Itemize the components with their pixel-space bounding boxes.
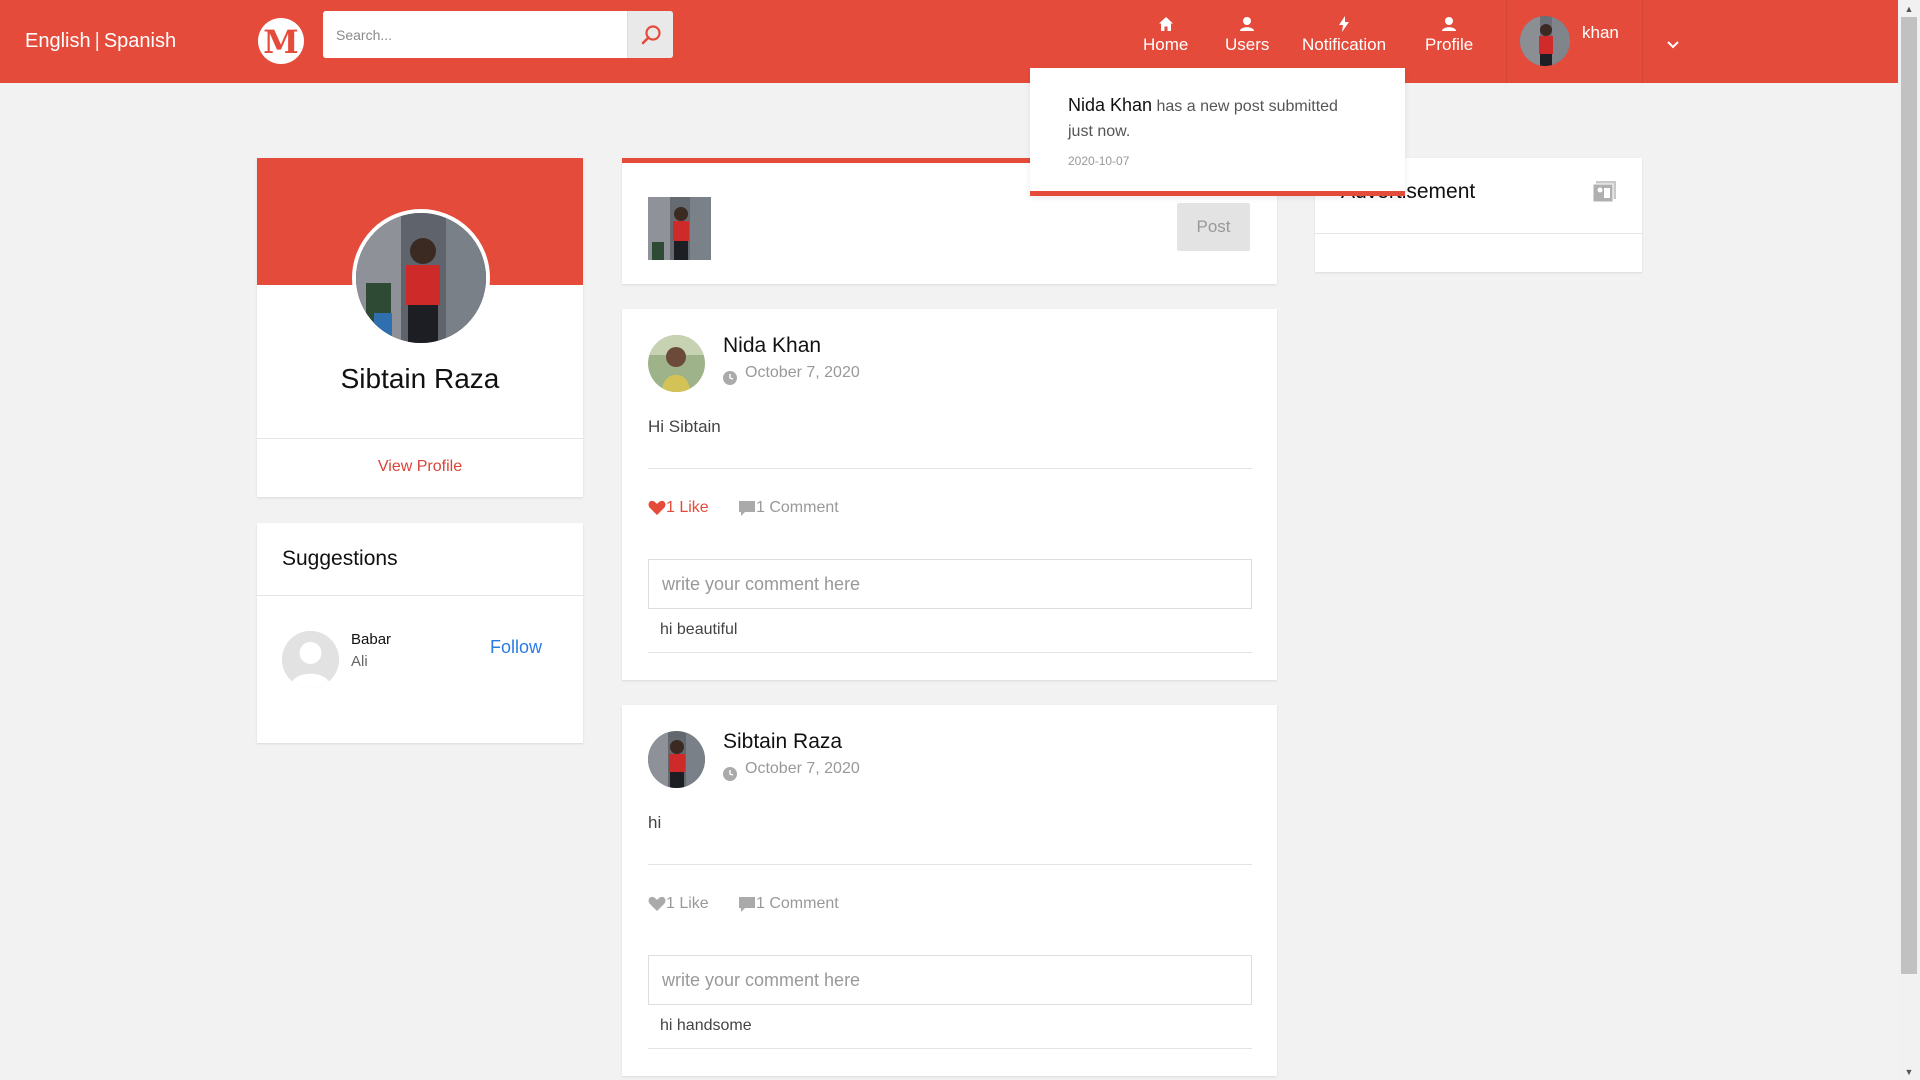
- composer-user-thumbnail: [648, 197, 711, 260]
- like-count: 1 Like: [666, 895, 709, 912]
- notification-dropdown[interactable]: Nida Khan has a new post submitted just …: [1030, 68, 1405, 196]
- language-switcher: English | Spanish: [25, 30, 176, 53]
- profile-name: Sibtain Raza: [340, 363, 500, 394]
- suggestion-avatar[interactable]: [282, 631, 339, 688]
- user-divider: [1642, 0, 1643, 83]
- profile-icon: [1442, 17, 1457, 31]
- nav-notification[interactable]: Notification: [1302, 14, 1386, 55]
- divider: [648, 652, 1252, 653]
- heart-icon: [648, 896, 666, 911]
- suggestion-last-name: Ali: [351, 653, 368, 670]
- notification-message: Nida Khan has a new post submitted just …: [1068, 93, 1367, 144]
- lightning-icon: [1339, 16, 1350, 32]
- like-count: 1 Like: [666, 499, 709, 516]
- nav-profile-label: Profile: [1425, 35, 1474, 54]
- heart-icon: [648, 500, 666, 515]
- comment-text: hi beautiful: [660, 621, 738, 638]
- search-button[interactable]: [627, 11, 673, 58]
- comment-input[interactable]: [648, 955, 1252, 1005]
- comment-text: hi handsome: [660, 1017, 752, 1034]
- post-author-avatar[interactable]: [648, 731, 705, 788]
- view-profile-link[interactable]: View Profile: [257, 458, 583, 476]
- current-user-menu[interactable]: khan: [1520, 16, 1619, 66]
- follow-button[interactable]: Follow: [490, 637, 542, 658]
- like-button[interactable]: 1 Like: [648, 499, 709, 517]
- advertisement-icon: [1592, 180, 1618, 209]
- comment-icon: [739, 500, 755, 516]
- lang-spanish-link[interactable]: Spanish: [104, 30, 176, 52]
- suggestion-first-name[interactable]: Babar: [351, 631, 391, 648]
- users-icon: [1240, 17, 1255, 31]
- divider: [1315, 233, 1642, 234]
- post-author-name[interactable]: Sibtain Raza: [723, 730, 842, 754]
- nav-users-label: Users: [1225, 35, 1270, 54]
- top-navbar: English|Spanish M Home: [0, 0, 1898, 83]
- nav-profile[interactable]: Profile: [1425, 14, 1473, 55]
- suggestions-card: Suggestions Babar Ali Follow: [257, 523, 583, 743]
- user-dropdown-toggle[interactable]: [1667, 36, 1679, 54]
- post-card: Sibtain Raza October 7, 2020 hi 1 Like 1…: [622, 705, 1277, 1076]
- scroll-down-arrow[interactable]: ▼: [1898, 1063, 1920, 1080]
- profile-card: Sibtain Raza View Profile: [257, 158, 583, 497]
- comment-count-button[interactable]: 1 Comment: [738, 895, 839, 913]
- notification-date: 2020-10-07: [1068, 154, 1130, 168]
- search-bar: [323, 11, 673, 58]
- divider: [648, 864, 1252, 865]
- clock-icon: [723, 371, 737, 390]
- divider: [648, 468, 1252, 469]
- notification-author: Nida Khan: [1068, 95, 1153, 115]
- chevron-down-icon: [1667, 41, 1679, 49]
- post-body: hi: [648, 813, 662, 832]
- search-icon: [641, 24, 661, 44]
- current-username: khan: [1582, 23, 1619, 42]
- search-input[interactable]: [323, 11, 627, 58]
- nav-home[interactable]: Home: [1143, 14, 1188, 55]
- post-date: October 7, 2020: [745, 364, 860, 381]
- logo-letter: M: [263, 23, 299, 61]
- post-body: Hi Sibtain: [648, 417, 721, 436]
- comment-count: 1 Comment: [756, 499, 839, 516]
- post-author-name[interactable]: Nida Khan: [723, 334, 821, 358]
- post-card: Nida Khan October 7, 2020 Hi Sibtain 1 L…: [622, 309, 1277, 680]
- home-icon: [1158, 17, 1173, 31]
- scrollbar-thumb[interactable]: [1901, 17, 1917, 974]
- nav-notification-label: Notification: [1302, 35, 1387, 54]
- nav-home-label: Home: [1143, 35, 1189, 54]
- page-scrollbar[interactable]: ▲ ▼: [1898, 0, 1920, 1080]
- clock-icon: [723, 767, 737, 786]
- nav-users[interactable]: Users: [1225, 14, 1269, 55]
- post-author-avatar[interactable]: [648, 335, 705, 392]
- like-button[interactable]: 1 Like: [648, 895, 709, 913]
- divider: [257, 438, 583, 439]
- current-user-avatar: [1520, 16, 1570, 66]
- comment-count-button[interactable]: 1 Comment: [738, 499, 839, 517]
- brand-logo[interactable]: M: [258, 18, 304, 64]
- divider: [648, 1048, 1252, 1049]
- comment-input[interactable]: [648, 559, 1252, 609]
- scroll-up-arrow[interactable]: ▲: [1898, 0, 1920, 17]
- suggestions-title: Suggestions: [282, 547, 398, 570]
- nav-divider: [1506, 0, 1507, 83]
- profile-avatar[interactable]: [352, 209, 490, 347]
- lang-separator: |: [94, 30, 100, 52]
- comment-count: 1 Comment: [756, 895, 839, 912]
- divider: [257, 595, 583, 596]
- post-button[interactable]: Post: [1177, 203, 1250, 251]
- post-date: October 7, 2020: [745, 760, 860, 777]
- lang-english-link[interactable]: English: [25, 30, 91, 52]
- comment-icon: [739, 896, 755, 912]
